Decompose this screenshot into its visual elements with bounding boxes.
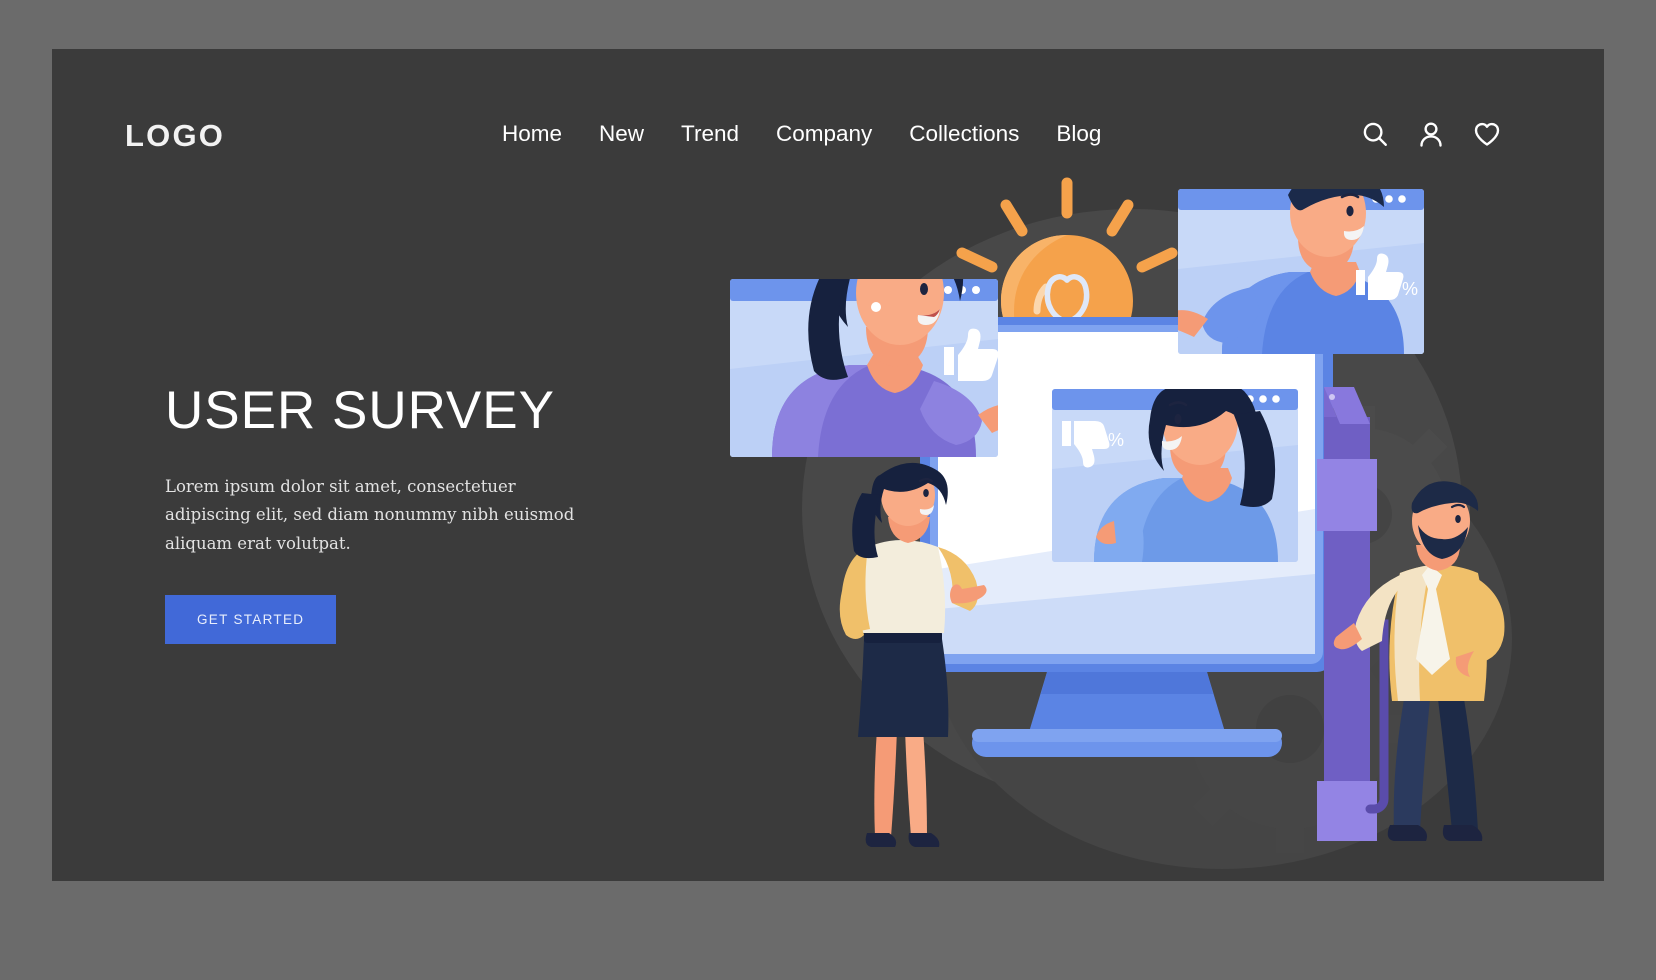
badge-percent-symbol: % [998,358,1016,380]
hero-illustration: % % % [662,169,1604,881]
heart-favorites-icon[interactable] [1472,119,1502,149]
video-call-window-center-right: % [1052,389,1298,562]
search-icon[interactable] [1360,119,1390,149]
video-call-window-top-right: % [1178,189,1424,354]
nav-item-home[interactable]: Home [502,121,562,147]
main-navigation: Home New Trend Company Collections Blog [502,121,1101,147]
nav-item-new[interactable]: New [599,121,644,147]
user-account-icon[interactable] [1416,119,1446,149]
logo[interactable]: LOGO [125,118,225,154]
landing-page: LOGO Home New Trend Company Collections … [52,49,1604,881]
get-started-button[interactable]: GET STARTED [165,595,337,645]
badge-percent-symbol: % [1108,430,1124,450]
page-title: USER SURVEY [165,381,555,440]
badge-percent-symbol: % [1402,279,1418,299]
nav-item-blog[interactable]: Blog [1056,121,1101,147]
hero-subtitle: Lorem ipsum dolor sit amet, consectetuer… [165,477,575,553]
nav-item-collections[interactable]: Collections [909,121,1019,147]
nav-item-company[interactable]: Company [776,121,872,147]
nav-item-trend[interactable]: Trend [681,121,739,147]
hero-section: USER SURVEY Lorem ipsum dolor sit amet, … [165,381,685,645]
header-icon-group [1360,119,1502,149]
